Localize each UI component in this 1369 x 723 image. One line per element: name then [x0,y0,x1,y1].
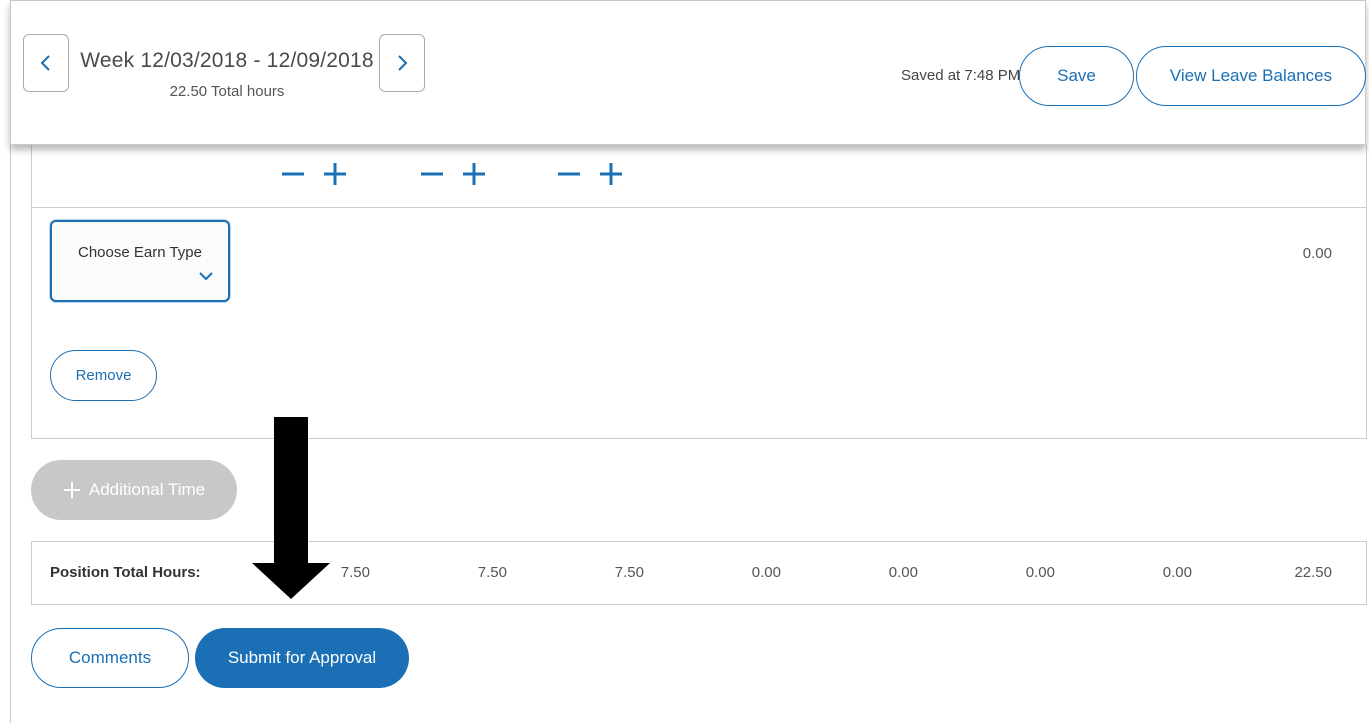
minus-icon [558,172,580,176]
remove-button[interactable]: Remove [50,350,157,401]
day-total: 0.00 [751,564,781,581]
minus-icon [421,172,443,176]
minus-icon [282,172,304,176]
previous-week-button[interactable] [23,34,69,92]
increment-button[interactable] [322,161,348,187]
additional-time-button[interactable]: Additional Time [31,460,237,520]
chevron-down-icon [199,272,213,281]
increment-button[interactable] [598,161,624,187]
submit-for-approval-button[interactable]: Submit for Approval [195,628,409,688]
plus-icon [600,163,622,185]
plus-icon [63,482,80,498]
saved-status: Saved at 7:48 PM [901,67,1021,84]
position-totals-row: Position Total Hours: 7.50 7.50 7.50 0.0… [31,541,1367,605]
timesheet-header: Week 12/03/2018 - 12/09/2018 22.50 Total… [10,0,1366,145]
day-total: 0.00 [1025,564,1055,581]
total-hours: 22.50 Total hours [169,83,285,100]
earn-type-label: Choose Earn Type [78,244,202,261]
day-total: 0.00 [1162,564,1192,581]
chevron-left-icon [40,55,50,71]
additional-time-label: Additional Time [88,480,206,499]
save-button[interactable]: Save [1019,46,1134,106]
divider [32,207,1366,208]
hours-stepper [280,161,348,187]
chevron-right-icon [398,55,408,71]
week-title: Week 12/03/2018 - 12/09/2018 [80,49,374,72]
earn-type-select[interactable]: Choose Earn Type [50,220,230,302]
week-total: 22.50 [1294,564,1332,581]
hours-stepper [419,161,487,187]
day-total: 7.50 [477,564,507,581]
plus-icon [324,163,346,185]
decrement-button[interactable] [280,161,306,187]
decrement-button[interactable] [556,161,582,187]
increment-button[interactable] [461,161,487,187]
plus-icon [463,163,485,185]
next-week-button[interactable] [379,34,425,92]
view-leave-balances-button[interactable]: View Leave Balances [1136,46,1366,106]
day-total: 0.00 [888,564,918,581]
row-total-hours: 0.00 [1302,245,1332,262]
time-entry-card: Choose Earn Type 0.00 Remove [31,145,1367,439]
annotation-arrow-icon [252,417,330,599]
decrement-button[interactable] [419,161,445,187]
totals-label: Position Total Hours: [50,564,201,581]
hours-stepper [556,161,624,187]
day-total: 7.50 [614,564,644,581]
comments-button[interactable]: Comments [31,628,189,688]
